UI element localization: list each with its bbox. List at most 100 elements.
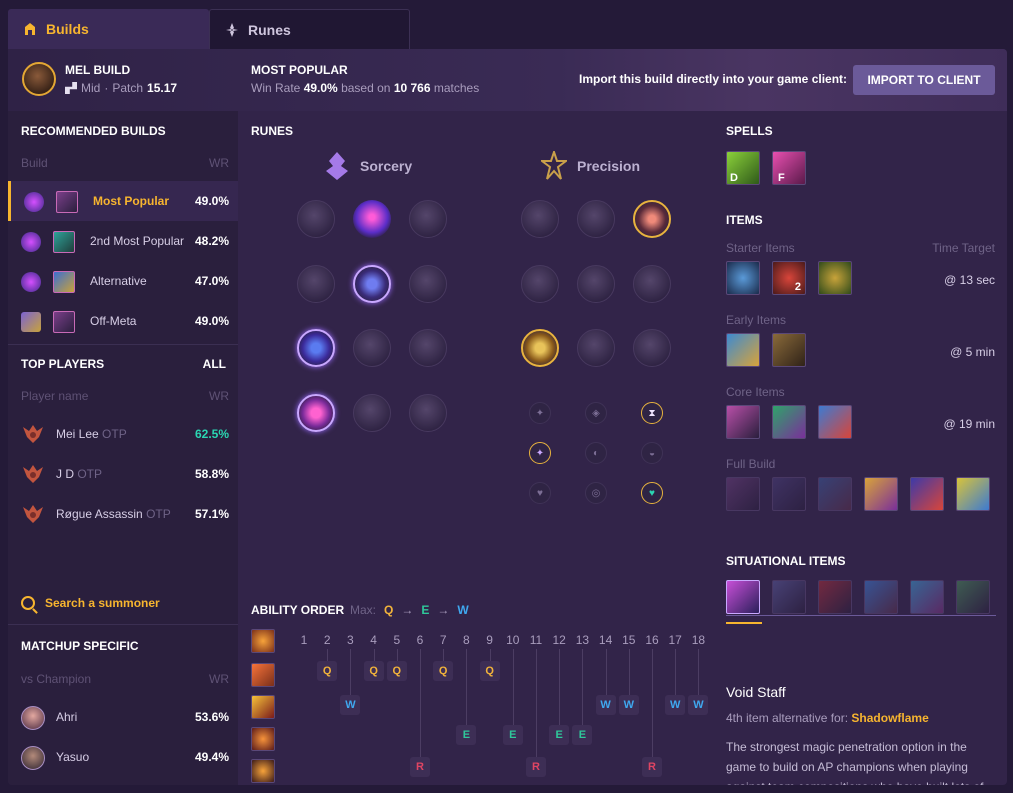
ability-skill-point: E [502,725,523,745]
level-connector [605,649,607,695]
core-time: @ 19 min [943,417,995,431]
matchup-row-yasuo[interactable]: Yasuo 49.4% [8,737,238,777]
starter-item-1[interactable] [726,261,760,295]
shard-health-selected[interactable]: ♥ [641,482,663,504]
shard-health-scaling[interactable]: ◒ [641,442,663,464]
core-item-3[interactable] [818,405,852,439]
situational-item-name: Void Staff [726,684,786,700]
import-to-client-button[interactable]: IMPORT TO CLIENT [853,65,995,95]
situational-item-3[interactable] [818,580,852,614]
full-item-6[interactable] [956,477,990,511]
wr-column-header: WR [209,389,229,403]
core-item-1[interactable] [726,405,760,439]
level-number: 2 [323,633,331,647]
shard-attack-speed[interactable]: ◈ [585,402,607,424]
rune-arcane-comet-selected[interactable] [353,200,391,238]
secondary-tree-header[interactable]: Precision [541,151,640,181]
rune-nimbus-cloak[interactable] [409,265,447,303]
situational-item-2[interactable] [772,580,806,614]
ability-skill-point: Q [363,661,384,681]
ability-skill-point: W [340,695,361,715]
full-item-5[interactable] [910,477,944,511]
situational-item-4[interactable] [864,580,898,614]
situational-item-6[interactable] [956,580,990,614]
level-number: 6 [416,633,424,647]
player-row[interactable]: Røgue Assassin OTP 57.1% [8,494,238,534]
rune-legend-bloodline[interactable] [577,329,615,367]
ability-skill-point: E [549,725,570,745]
tab-runes[interactable]: Runes [209,9,410,49]
level-number: 16 [645,633,659,647]
starter-item-2-potion[interactable]: 2 [772,261,806,295]
champion-portrait [22,62,56,96]
level-connector [582,649,584,725]
rune-presence-of-mind[interactable] [633,265,671,303]
shard-health[interactable]: ♥ [529,482,551,504]
build-column-header: Build [21,156,48,170]
rune-scorch-selected[interactable] [297,394,335,432]
full-item-2[interactable] [772,477,806,511]
shard-adaptive-selected[interactable]: ✦ [529,442,551,464]
rune-triumph[interactable] [577,265,615,303]
build-row-off-meta[interactable]: Off-Meta 49.0% [8,301,238,341]
build-row-alternative[interactable]: Alternative 47.0% [8,261,238,301]
shard-tenacity[interactable]: ◎ [585,482,607,504]
starter-item-3[interactable] [818,261,852,295]
spell-d-ignite[interactable]: D [726,151,760,185]
rune-absolute-focus[interactable] [409,329,447,367]
level-number: 13 [575,633,590,647]
build-row-2nd-most-popular[interactable]: 2nd Most Popular 48.2% [8,221,238,261]
core-item-2[interactable] [772,405,806,439]
situational-item-void-staff-selected[interactable] [726,580,760,614]
ability-r-icon [251,759,275,783]
rune-press-the-attack[interactable] [521,200,559,238]
early-item-1[interactable] [726,333,760,367]
level-number: 5 [393,633,401,647]
rune-presence-of-mind-selected[interactable] [633,200,671,238]
rune-overheal[interactable] [521,265,559,303]
rune-waterwalking[interactable] [353,394,391,432]
ability-skill-point: E [572,725,593,745]
build-label: Off-Meta [90,314,137,328]
runes-icon [224,22,240,38]
level-connector [466,649,468,725]
rune-legend-haste-selected[interactable] [521,329,559,367]
rune-celerity[interactable] [353,329,391,367]
rune-legend-alacrity[interactable] [633,329,671,367]
level-connector [512,649,514,725]
rune-phase-rush[interactable] [409,200,447,238]
build-wr: 47.0% [194,274,229,288]
rune-gathering-storm[interactable] [409,394,447,432]
ability-skill-point: W [595,695,616,715]
spell-f-flash[interactable]: F [772,151,806,185]
early-item-2-boots[interactable] [772,333,806,367]
search-icon [21,596,35,610]
full-item-4[interactable] [864,477,898,511]
item-icon [53,231,75,253]
search-summoner-link[interactable]: Search a summoner [21,596,160,610]
shard-ability-haste-selected[interactable]: ⧗ [641,402,663,424]
ability-skill-point: Q [317,661,338,681]
tab-bar: Builds Runes [8,9,410,49]
player-row[interactable]: Mei Lee OTP 62.5% [8,414,238,454]
player-row[interactable]: J D OTP 58.8% [8,454,238,494]
all-players-link[interactable]: ALL [203,357,226,371]
tab-runes-label: Runes [248,21,291,38]
shard-move-speed[interactable]: ◐ [585,442,607,464]
tab-builds[interactable]: Builds [8,9,209,49]
build-row-most-popular[interactable]: Most Popular 49.0% [8,181,238,221]
matchup-row-ahri[interactable]: Ahri 53.6% [8,697,238,737]
primary-tree-header[interactable]: Sorcery [324,151,412,181]
core-items-label: Core Items [726,385,785,399]
recommended-builds-title: RECOMMENDED BUILDS [21,124,166,138]
full-item-1[interactable] [726,477,760,511]
full-item-3[interactable] [818,477,852,511]
rune-manaflow-band-selected[interactable] [353,265,391,303]
situational-item-5[interactable] [910,580,944,614]
rune-axiom-arcanist[interactable] [297,265,335,303]
rune-lethal-tempo[interactable] [577,200,615,238]
level-number: 17 [668,633,682,647]
rune-summon-aery[interactable] [297,200,335,238]
shard-adaptive[interactable]: ✦ [529,402,551,424]
rune-transcendence-selected[interactable] [297,329,335,367]
